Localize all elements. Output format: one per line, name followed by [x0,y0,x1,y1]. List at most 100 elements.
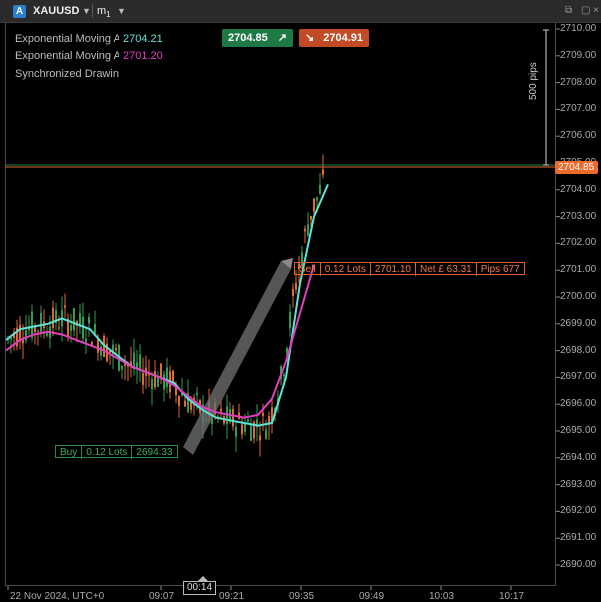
position-pips: Pips 677 [475,263,524,276]
sell-price: 2704.91 [323,32,363,44]
chart-plot [5,28,560,590]
position-lots: 0.12 Lots [319,263,370,276]
candle-body [88,316,90,324]
position-side: Sell [299,264,316,275]
candle-body [304,228,306,232]
legend-label: Synchronized Drawings [15,68,119,80]
trade-connector-arrow [183,261,291,455]
buy-price-button[interactable]: 2704.85 ↗ [222,29,293,47]
candle-body [94,324,96,334]
candle-body [97,338,99,353]
arrow-down-right-icon: ↘ [305,32,315,44]
arrow-up-right-icon: ↗ [277,32,287,44]
candle-body [40,313,42,334]
time-tick-label: 09:35 [289,591,315,602]
legend-ema-slow[interactable]: Exponential Moving Average 2701.20 [15,50,163,62]
candle-body [289,311,291,329]
price-tick-label: 2696.00 [560,398,597,410]
candle-body [154,370,156,388]
legend-ema-fast[interactable]: Exponential Moving Average 2704.21 [15,33,163,45]
legend-value: 2704.21 [123,33,163,45]
price-tick-label: 2710.00 [560,23,597,34]
candle-body [247,419,249,422]
legend-label: Exponential Moving Average [15,33,119,45]
candle-body [160,363,162,378]
candle-body [115,347,117,351]
price-tick-label: 2704.00 [560,183,597,195]
candle-body [319,185,321,194]
candle-body [166,367,168,387]
price-tick-label: 2708.00 [560,76,597,88]
price-tick-label: 2702.00 [560,237,597,249]
candle-body [232,408,234,427]
candle-body [235,426,237,437]
candle-body [220,408,222,412]
candle-body [259,435,261,441]
position-net: Net £ 63.31 [415,263,476,276]
price-tick-label: 2706.00 [560,130,597,142]
candle-body [322,169,324,175]
candle-body [178,396,180,406]
price-tick-label: 2693.00 [560,478,597,490]
candle-body [37,330,39,332]
candle-body [184,400,186,407]
candle-body [307,224,309,236]
pips-measure-label: 500 pips [528,62,539,100]
candle-body [316,196,318,201]
candle-body [121,365,123,370]
price-tick-label: 2707.00 [560,103,597,115]
time-tick-label: 09:49 [359,591,385,602]
legend-sync-drawings[interactable]: Synchronized Drawings [15,68,119,80]
buy-position-tag[interactable]: Buy 0.12 Lots 2694.33 [55,445,178,459]
price-tick-label: 2692.00 [560,505,597,517]
candle-body [313,198,315,212]
candle-body [142,373,144,385]
time-tick-label: 10:03 [429,591,455,602]
candle-body [262,412,264,416]
position-side: Buy [60,447,78,458]
candle-body [58,327,60,329]
price-tick-label: 2701.00 [560,264,597,276]
position-lots: 0.12 Lots [81,446,131,459]
candle-body [172,370,174,382]
sell-position-tag[interactable]: Sell 0.12 Lots 2701.10 Net £ 63.31 Pips 677 [294,262,525,276]
candle-body [196,393,198,395]
position-price: 2694.33 [131,446,176,459]
price-tick-label: 2709.00 [560,49,597,61]
time-tick-label: 10:17 [499,591,525,602]
price-tick-label: 2690.00 [560,559,597,570]
time-tick-label: 09:07 [149,591,175,602]
price-tick-label: 2697.00 [560,371,597,383]
price-tick-label: 2699.00 [560,317,597,329]
candle-body [241,424,243,435]
price-tick-label: 2703.00 [560,210,597,222]
candle-body [46,333,48,336]
candle-body [292,288,294,296]
candle-body [85,338,87,343]
candle-body [70,325,72,331]
legend-value: 2701.20 [123,50,163,62]
price-tick-label: 2698.00 [560,344,597,356]
candle-body [25,330,27,341]
candle-body [151,379,153,390]
sell-price-button[interactable]: ↘ 2704.91 [299,29,369,47]
candle-body [52,307,54,328]
time-marker[interactable]: 00:14 [183,581,217,595]
candle-body [31,311,33,338]
buy-price: 2704.85 [228,32,268,44]
candle-body [295,282,297,290]
candle-body [100,346,102,356]
position-price: 2701.10 [369,263,415,276]
time-tick-label: 22 Nov 2024, UTC+0 [10,591,105,602]
candle-body [250,425,252,442]
time-tick-label: 09:21 [219,591,245,602]
candle-body [64,305,66,308]
candle-body [73,308,75,331]
candle-body [244,423,246,433]
candle-body [310,215,312,220]
legend-label: Exponential Moving Average [15,50,119,62]
candle-body [139,354,141,369]
current-price-tag: 2704.85 [555,161,598,174]
candle-body [265,429,267,439]
price-tick-label: 2700.00 [560,291,597,302]
